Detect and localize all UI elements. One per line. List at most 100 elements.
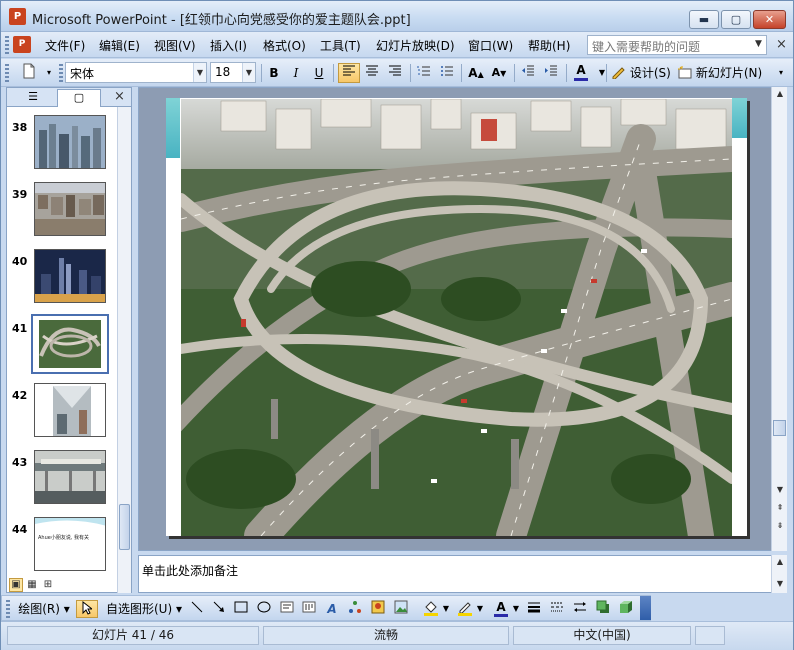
maximize-button[interactable]: ▢ <box>721 10 751 29</box>
increase-font-size-button[interactable]: A▲ <box>466 63 486 83</box>
slide-thumbnail-38[interactable] <box>34 115 106 169</box>
font-color-dropdown-icon[interactable]: ▼ <box>592 63 612 83</box>
draw-font-color-dropdown-icon[interactable]: ▼ <box>512 600 520 618</box>
slideshow-icon[interactable]: ⊞ <box>41 578 55 592</box>
wordart-icon[interactable]: A <box>323 600 341 618</box>
menu-help[interactable]: 帮助(H) <box>528 37 570 54</box>
next-slide-icon[interactable]: ⇟ <box>772 519 788 533</box>
clip-art-icon[interactable] <box>369 600 387 618</box>
highway-interchange-photo[interactable] <box>181 99 732 536</box>
3d-style-icon[interactable] <box>616 600 636 618</box>
close-button[interactable]: ✕ <box>753 10 786 29</box>
oval-tool-icon[interactable] <box>255 600 273 618</box>
notes-pane[interactable]: 单击此处添加备注 <box>138 555 772 593</box>
slide-thumbnail-43[interactable] <box>34 450 106 504</box>
draw-font-color-button[interactable]: A <box>490 600 512 618</box>
arrow-tool-icon[interactable] <box>210 600 228 618</box>
slide-thumbnail-42[interactable] <box>34 383 106 437</box>
line-color-button[interactable] <box>454 600 476 618</box>
toolbar-grip-2[interactable] <box>59 64 63 82</box>
font-name-select[interactable]: 宋体 ▼ <box>65 62 207 83</box>
menubar-grip[interactable] <box>5 36 9 54</box>
menu-format[interactable]: 格式(O) <box>263 37 306 54</box>
design-template-status[interactable]: 流畅 <box>263 626 509 645</box>
slide-scrollbar[interactable]: ▲ ▼ ⇞ ⇟ <box>771 87 787 551</box>
normal-view-icon[interactable]: ▣ <box>9 578 23 592</box>
help-dropdown-icon[interactable]: ▼ <box>752 36 765 53</box>
new-slide-icon <box>678 66 692 79</box>
line-color-dropdown-icon[interactable]: ▼ <box>476 600 484 618</box>
scroll-up-icon[interactable]: ▲ <box>772 555 788 569</box>
menu-view[interactable]: 视图(V) <box>154 37 196 54</box>
panel-scrollbar[interactable] <box>117 107 131 593</box>
panel-close-icon[interactable]: × <box>114 89 125 104</box>
vertical-textbox-icon[interactable] <box>300 600 318 618</box>
fill-color-button[interactable] <box>420 600 442 618</box>
tab-slides[interactable]: ▢ <box>57 89 101 107</box>
help-search-input[interactable]: 键入需要帮助的问题 <box>587 35 767 55</box>
select-objects-button[interactable] <box>76 600 98 618</box>
bullet-list-button[interactable] <box>437 63 457 83</box>
insert-picture-icon[interactable] <box>392 600 410 618</box>
textbox-tool-icon[interactable] <box>278 600 296 618</box>
menu-insert[interactable]: 插入(I) <box>210 37 247 54</box>
scroll-up-icon[interactable]: ▲ <box>772 87 788 101</box>
font-size-select[interactable]: 18 ▼ <box>210 62 256 83</box>
numbered-list-button[interactable] <box>414 63 434 83</box>
document-close-icon[interactable]: × <box>776 37 787 52</box>
toolbar-grip[interactable] <box>5 64 9 82</box>
drawbar-options-icon[interactable] <box>640 596 651 620</box>
align-center-button[interactable] <box>362 63 382 83</box>
scroll-down-icon[interactable]: ▼ <box>772 577 788 591</box>
draw-menu-button[interactable]: 绘图(R) ▾ <box>14 600 74 618</box>
notes-placeholder[interactable]: 单击此处添加备注 <box>142 562 238 579</box>
scroll-down-icon[interactable]: ▼ <box>772 483 788 497</box>
chevron-down-icon[interactable]: ▼ <box>242 63 255 82</box>
slide-thumbnail-40[interactable] <box>34 249 106 303</box>
slide-thumbnail-39[interactable] <box>34 182 106 236</box>
slide-sorter-icon[interactable]: ▦ <box>25 578 39 592</box>
slide-position-status: 幻灯片 41 / 46 <box>7 626 259 645</box>
autoshapes-button[interactable]: 自选图形(U) ▾ <box>104 600 184 618</box>
design-button[interactable]: 设计(S) <box>612 63 672 83</box>
menu-window[interactable]: 窗口(W) <box>468 37 513 54</box>
panel-scroll-thumb[interactable] <box>119 504 130 550</box>
menu-edit[interactable]: 编辑(E) <box>99 37 140 54</box>
shadow-style-icon[interactable] <box>593 600 613 618</box>
drawbar-grip[interactable] <box>6 600 10 618</box>
notes-scrollbar[interactable]: ▲ ▼ <box>771 555 787 593</box>
diagram-icon[interactable] <box>346 600 364 618</box>
align-right-button[interactable] <box>385 63 405 83</box>
document-icon[interactable]: P <box>13 36 31 53</box>
dash-style-icon[interactable] <box>547 600 567 618</box>
increase-indent-button[interactable] <box>541 63 561 83</box>
minimize-button[interactable]: ▬ <box>689 10 719 29</box>
menu-file[interactable]: 文件(F) <box>45 37 85 54</box>
rectangle-tool-icon[interactable] <box>232 600 250 618</box>
slide-scroll-thumb[interactable] <box>773 420 786 436</box>
toolbar-options-icon[interactable]: ▾ <box>39 63 59 83</box>
italic-button[interactable]: I <box>286 63 306 83</box>
powerpoint-app-icon[interactable]: P <box>9 8 26 25</box>
underline-button[interactable]: U <box>309 63 329 83</box>
arrow-style-icon[interactable] <box>570 600 590 618</box>
align-left-button[interactable] <box>338 63 360 83</box>
slide-thumbnail-44[interactable]: Ahue小朋友说, 我有关 <box>34 517 106 571</box>
menu-slideshow[interactable]: 幻灯片放映(D) <box>376 37 455 54</box>
toolbar-overflow-icon[interactable]: ▾ <box>771 63 791 83</box>
previous-slide-icon[interactable]: ⇞ <box>772 501 788 515</box>
fill-color-dropdown-icon[interactable]: ▼ <box>442 600 450 618</box>
slide-thumbnail-41[interactable] <box>31 314 109 374</box>
menu-tools[interactable]: 工具(T) <box>320 37 361 54</box>
bold-button[interactable]: B <box>264 63 284 83</box>
tab-outline[interactable]: ☰ <box>11 89 55 107</box>
new-document-icon[interactable] <box>19 63 39 83</box>
font-color-button[interactable]: A <box>571 63 591 83</box>
line-tool-icon[interactable] <box>188 600 206 618</box>
decrease-font-size-button[interactable]: A▼ <box>489 63 509 83</box>
chevron-down-icon[interactable]: ▼ <box>193 63 206 82</box>
line-style-icon[interactable] <box>524 600 544 618</box>
new-slide-button[interactable]: 新幻灯片(N) <box>677 63 763 83</box>
current-slide[interactable] <box>166 98 747 536</box>
decrease-indent-button[interactable] <box>518 63 538 83</box>
